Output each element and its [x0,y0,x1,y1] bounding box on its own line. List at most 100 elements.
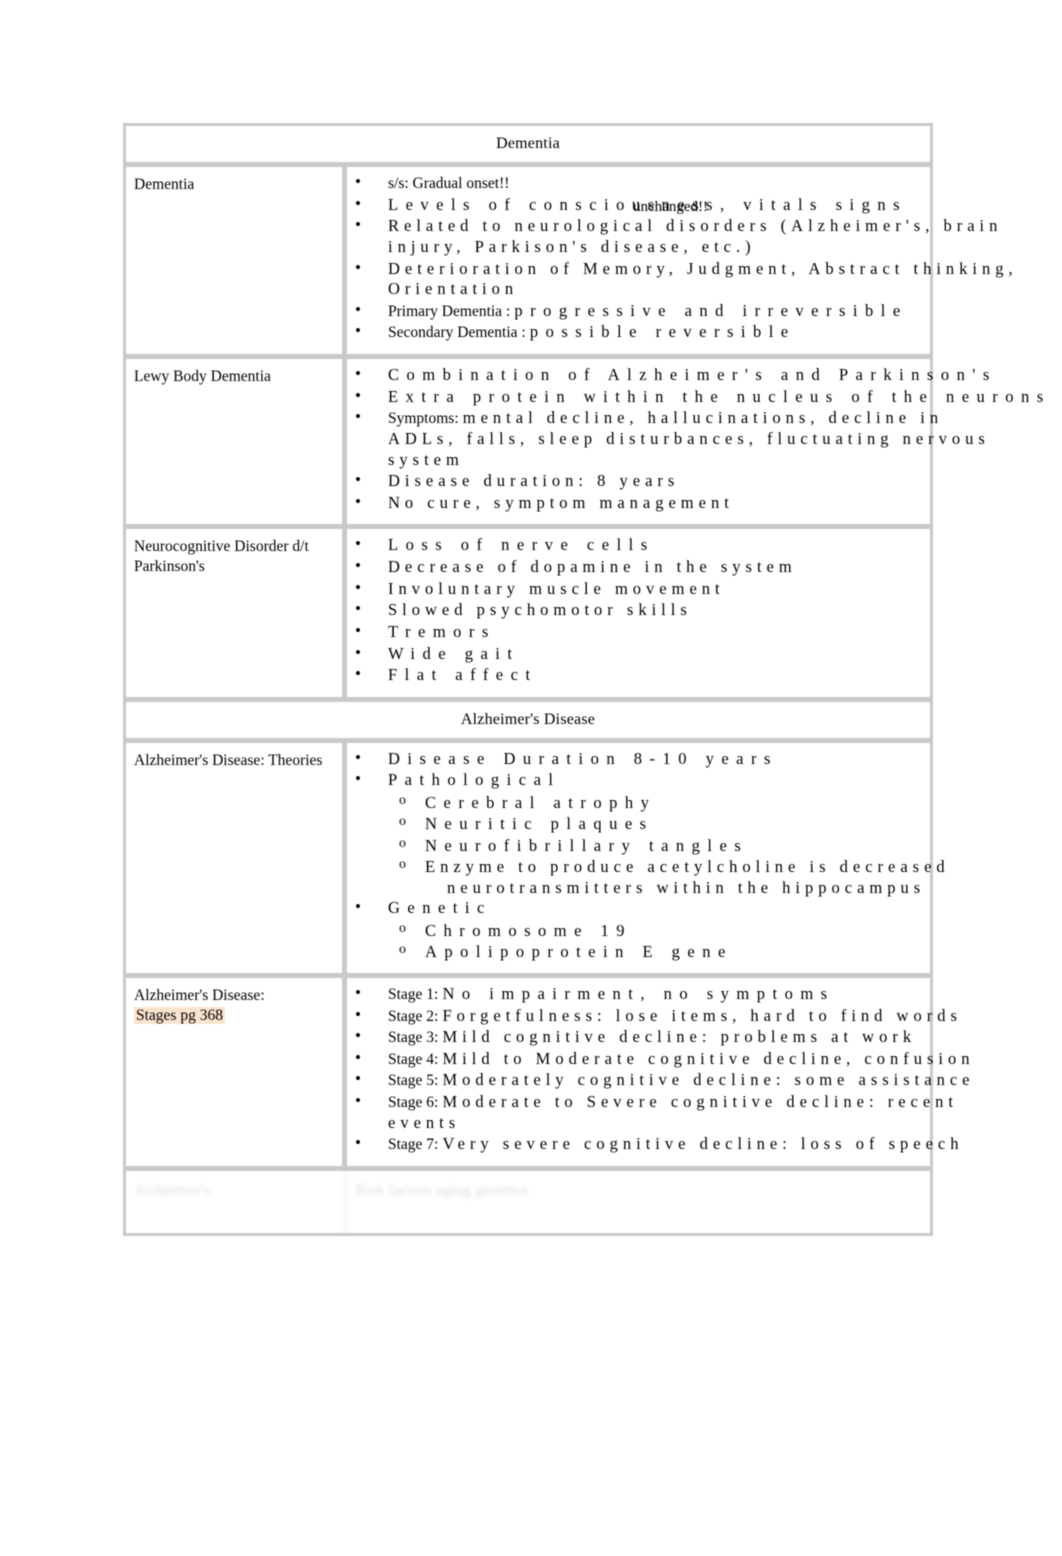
list-item: Stage 3: Mild cognitive decline: problem… [347,1025,975,1048]
table-row: Neurocognitive Disorder d/t Parkinson's … [126,529,930,702]
list-item: Genetic [347,896,950,919]
row-content-lewy-body: Combination of Alzheimer's and Parkinson… [347,359,1051,524]
list-item: Extra protein within the nucleus of the … [347,385,1051,408]
highlighted-page-reference: Stages pg 368 [134,1006,225,1024]
sub-bullet-continuation: neurotransmitters within the hippocampus [447,877,926,897]
bullet-lead: Primary Dementia : [388,302,511,320]
revision-overlay-text: unchanged!! [633,198,708,215]
row-label-text: Lewy Body Dementia [134,368,271,385]
list-item: Pathological [347,768,950,791]
banner-title-alzheimers: Alzheimer's Disease [460,710,596,728]
stage-text: Forgetfulness: lose items, hard to find … [442,1005,962,1025]
faded-cell-right: Risk factors aging genetics [347,1171,930,1233]
row-label-dementia: Dementia [126,167,347,354]
bullet-lead: Secondary Dementia : [388,324,526,342]
stage-label: Stage 7: [388,1136,439,1154]
bullet-continuation: ADLs, falls, sleep disturbances, fluctua… [388,428,990,448]
bullet-text: Slowed psychomotor skills [388,600,692,620]
list-item: Loss of nerve cells [347,533,930,556]
bullet-text: Flat affect [388,665,538,685]
table-row: Alzheimer's Disease: Theories Disease Du… [126,742,945,978]
row-label-text: Neurocognitive Disorder d/t Parkinson's [134,538,309,576]
list-item: Stage 2: Forgetfulness: lose items, hard… [347,1004,975,1027]
bullet-text: Tremors [388,621,496,641]
list-item: s/s: Gradual onset!! [347,171,1018,194]
bullet-continuation: injury, Parkison's disease, etc.) [388,236,756,256]
stage-label: Stage 1: [388,985,439,1003]
faded-cell-left: Alzheimer's [126,1170,347,1233]
stage-text: Mild to Moderate cognitive decline, conf… [442,1048,975,1068]
stage-continuation: events [388,1112,461,1132]
bullet-text: Loss of nerve cells [388,535,655,555]
list-item: Stage 7: Very severe cognitive decline: … [347,1132,975,1155]
sub-bullet-text: Neurofibrillary tangles [425,835,749,855]
overlapping-text-group: Levels of consciousness, vitals signs un… [388,195,907,216]
list-item: Flat affect [347,663,930,686]
list-item: Stage 4: Mild to Moderate cognitive decl… [347,1047,975,1070]
list-item: Decrease of dopamine in the system [347,555,930,578]
bullet-list: Combination of Alzheimer's and Parkinson… [347,363,1051,514]
row-label-text-line1: Alzheimer's Disease: [134,986,265,1004]
stage-text: Moderately cognitive decline: some assis… [442,1070,975,1090]
list-item: Cerebral atrophy [347,792,950,813]
list-item: No cure, symptom management [347,491,1051,514]
stage-text: No impairment, no symptoms [442,983,835,1003]
stage-label: Stage 2: [388,1007,439,1025]
bullet-list-genetic: Genetic [347,896,950,919]
sub-bullet-list-pathological: Cerebral atrophy Neuritic plaques Neurof… [347,792,950,898]
bullet-list: Disease Duration 8-10 years Pathological [347,747,950,791]
bullet-text: Decrease of dopamine in the system [388,557,797,576]
row-content-alzheimers-stages: Stage 1: No impairment, no symptoms Stag… [347,978,975,1166]
list-item: Tremors [347,620,930,643]
row-label-alzheimers-theories: Alzheimer's Disease: Theories [126,742,347,973]
list-item: Stage 5: Moderately cognitive decline: s… [347,1068,975,1091]
bullet-text: Disease Duration 8-10 years [388,748,778,768]
row-label-parkinsons: Neurocognitive Disorder d/t Parkinson's [126,529,347,697]
row-label-text: Alzheimer's Disease: Theories [134,751,323,769]
row-label-text-line2: Stages pg 368 [134,1006,336,1026]
list-item: Disease duration: 8 years [347,469,1051,492]
table-row: Lewy Body Dementia Combination of Alzhei… [126,359,1043,530]
list-item: Disease Duration 8-10 years [347,747,950,770]
list-item: Neurofibrillary tangles [347,835,950,856]
bullet-text: Involuntary muscle movement [388,578,725,598]
sub-bullet-text: Apolipoprotein E gene [425,942,733,962]
sub-bullet-list-genetic: Chromosome 19 Apolipoprotein E gene [347,920,950,963]
row-content-dementia: s/s: Gradual onset!! Levels of conscious… [347,167,1018,354]
faded-text-right: Risk factors aging genetics [355,1181,528,1199]
bullet-list: s/s: Gradual onset!! Levels of conscious… [347,171,1018,343]
bullet-lead: s/s: Gradual onset!! [388,175,510,192]
section-banner-dementia: Dementia [126,126,930,167]
list-item: Wide gait [347,642,930,665]
bullet-text: Extra protein within the nucleus of the … [388,386,1051,406]
table-row-faded: Alzheimer's Risk factors aging genetics [126,1170,930,1233]
sub-bullet-text: Enzyme to produce acetylcholine is decre… [425,857,950,877]
sub-bullet-text: Cerebral atrophy [425,793,657,812]
list-item: Related to neurological disorders (Alzhe… [347,214,1018,257]
list-item: Stage 1: No impairment, no symptoms [347,982,975,1005]
faded-text-left: Alzheimer's [134,1181,211,1199]
stage-text: Moderate to Severe cognitive decline: re… [442,1092,958,1111]
sub-bullet-text: Chromosome 19 [425,921,633,940]
stage-label: Stage 4: [388,1050,439,1068]
list-item: Levels of consciousness, vitals signs un… [347,193,1018,216]
bullet-text: Combination of Alzheimer's and Parkinson… [388,365,997,384]
bullet-lead: Symptoms: [388,410,459,428]
table-row: Alzheimer's Disease: Stages pg 368 Stage… [126,977,970,1171]
row-content-alzheimers-theories: Disease Duration 8-10 years Pathological… [347,743,950,973]
bullet-text: Deterioration of Memory, Judgment, Abstr… [388,258,1018,278]
sub-bullet-text: Neuritic plaques [425,814,654,834]
row-label-alzheimers-stages: Alzheimer's Disease: Stages pg 368 [126,977,347,1166]
study-table: Dementia Dementia s/s: Gradual onset!! L… [123,123,1043,1236]
document-page: Dementia Dementia s/s: Gradual onset!! L… [0,0,1062,1556]
list-item: Stage 6: Moderate to Severe cognitive de… [347,1090,975,1133]
bullet-text: progressive and irreversible [514,300,908,320]
row-label-lewy-body: Lewy Body Dementia [126,359,347,525]
stage-label: Stage 6: [388,1094,439,1111]
bullet-text: possible reversible [529,322,796,342]
bullet-text: Genetic [388,898,492,918]
bullet-text: mental decline, hallucinations, decline … [462,408,944,428]
list-item: Secondary Dementia : possible reversible [347,320,1018,343]
bullet-text: No cure, symptom management [388,492,734,512]
stage-label: Stage 3: [388,1029,439,1047]
